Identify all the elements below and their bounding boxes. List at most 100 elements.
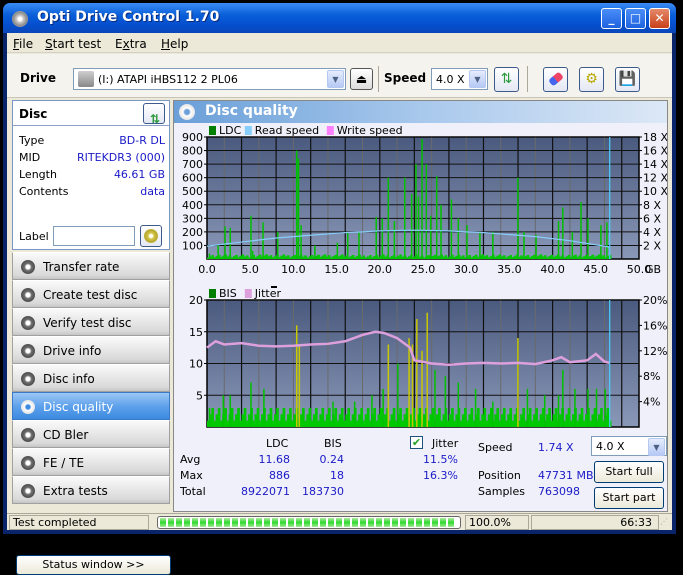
status-window-button[interactable]: Status window >> [16, 555, 171, 575]
progress-segment [408, 518, 414, 527]
ldc-bar [466, 225, 468, 259]
settings-button[interactable]: ⚙ [579, 67, 604, 92]
disc-type-label: Type [19, 134, 45, 147]
ldc-bar [535, 234, 537, 259]
nav-disc-info[interactable]: Disc info [12, 364, 170, 392]
nav-disc-quality[interactable]: Disc quality [12, 392, 170, 420]
disc-mid-label: MID [19, 151, 41, 164]
jitter-checkbox[interactable]: ✔ [410, 436, 423, 449]
progress-segment [320, 518, 326, 527]
minimize-button[interactable]: _ [601, 8, 622, 29]
disc-label-input[interactable] [53, 226, 135, 246]
resize-grip-icon[interactable]: ⋰ [660, 517, 670, 527]
ldc-bar [417, 196, 420, 259]
menu-help[interactable]: Help [161, 37, 188, 51]
nav-create-test-disc[interactable]: Create test disc [12, 280, 170, 308]
ldc-bar [387, 177, 390, 259]
ldc-bar [440, 204, 442, 259]
bis-bar [595, 388, 598, 427]
nav-transfer-rate[interactable]: Transfer rate [12, 252, 170, 280]
progress-segment [368, 518, 374, 527]
app-window: Opti Drive Control 1.70 _ □ ✕ File Start… [3, 3, 676, 575]
eraser-icon [547, 71, 564, 87]
disc-icon [21, 428, 35, 442]
eject-button[interactable]: ⏏ [350, 68, 373, 90]
menu-extra[interactable]: Extra [115, 37, 147, 51]
save-button[interactable]: 💾 [615, 67, 640, 92]
max-ldc: 886 [269, 469, 290, 482]
ldc-bar [314, 245, 316, 259]
speed-value: 4.0 X [436, 73, 465, 86]
y-left-tick-label: 200 [182, 226, 203, 239]
y-left-tick-label: 5 [196, 389, 203, 402]
ldc-bar [208, 253, 211, 259]
start-part-button[interactable]: Start part [594, 487, 664, 509]
nav-cd-bler[interactable]: CD Bler [12, 420, 170, 448]
speed-stat-label: Speed [478, 441, 513, 454]
nav-label: Verify test disc [43, 316, 132, 330]
ldc-bar [425, 164, 428, 259]
disc-label-button[interactable] [140, 225, 162, 247]
maximize-button[interactable]: □ [625, 8, 646, 29]
bis-bar [250, 382, 252, 427]
bis-bar [222, 395, 225, 427]
status-text: Test completed [9, 515, 149, 530]
disc-icon [21, 372, 35, 386]
ldc-bar [580, 202, 582, 259]
bis-bar [444, 376, 447, 427]
drive-label: Drive [20, 71, 56, 85]
title-bar[interactable]: Opti Drive Control 1.70 _ □ ✕ [3, 3, 676, 33]
col-ldc-header: LDC [266, 437, 289, 450]
nav-drive-info[interactable]: Drive info [12, 336, 170, 364]
legend-label: LDC [219, 124, 242, 137]
menu-file[interactable]: File [13, 37, 33, 51]
bis-bar [387, 344, 390, 427]
disc-contents-label: Contents [19, 185, 69, 198]
nav-fe-te[interactable]: FE / TE [12, 448, 170, 476]
chevron-down-icon[interactable]: ▼ [327, 70, 344, 88]
chevron-down-icon[interactable]: ▼ [469, 70, 486, 88]
erase-button[interactable] [543, 67, 568, 92]
disc-icon [21, 288, 35, 302]
legend-label: BIS [219, 287, 237, 300]
disc-header: Disc ⇅ [13, 101, 169, 126]
menu-bar: File Start test Extra Help [7, 33, 672, 53]
progress-segment [344, 518, 350, 527]
x-tick-label: 0.0 [198, 263, 216, 276]
avg-bis: 0.24 [319, 453, 345, 466]
legend-swatch [209, 126, 216, 135]
test-speed-select[interactable]: 4.0 X ▼ [591, 436, 667, 456]
ldc-bar [571, 231, 574, 259]
nav-label: Disc info [43, 372, 95, 386]
total-label: Total [180, 485, 206, 498]
nav-verify-test-disc[interactable]: Verify test disc [12, 308, 170, 336]
disc-type-value: BD-R DL [119, 134, 165, 147]
progress-segment [384, 518, 390, 527]
disc-icon [21, 344, 35, 358]
progress-segment [264, 518, 270, 527]
close-button[interactable]: ✕ [649, 8, 670, 29]
bis-bar [295, 325, 298, 427]
ldc-bar [393, 221, 396, 259]
toolbar-divider [378, 66, 379, 92]
progress-bar [157, 516, 461, 529]
ldc-bar [403, 177, 406, 259]
nav-label: Transfer rate [43, 260, 120, 274]
x-tick-label: 15.0 [324, 263, 349, 276]
cd-icon [144, 229, 158, 243]
total-ldc: 8922071 [241, 485, 290, 498]
nav-extra-tests[interactable]: Extra tests [12, 476, 170, 504]
progress-segment [296, 518, 302, 527]
y-left-tick-label: 15 [189, 326, 203, 339]
y-left-tick-label: 900 [182, 131, 203, 144]
start-full-button[interactable]: Start full [594, 461, 664, 483]
app-disc-icon [12, 11, 28, 27]
disc-refresh-button[interactable]: ⇅ [143, 103, 165, 126]
legend-swatch [209, 289, 216, 298]
drive-select[interactable]: (I:) ATAPI iHBS112 2 PL06 ▼ [73, 68, 346, 90]
y-right-tick-label: 16 X [643, 145, 667, 158]
menu-start-test[interactable]: Start test [45, 37, 101, 51]
refresh-speed-button[interactable]: ⇅ [494, 67, 519, 92]
chevron-down-icon[interactable]: ▼ [648, 438, 665, 456]
speed-select[interactable]: 4.0 X ▼ [431, 68, 488, 90]
